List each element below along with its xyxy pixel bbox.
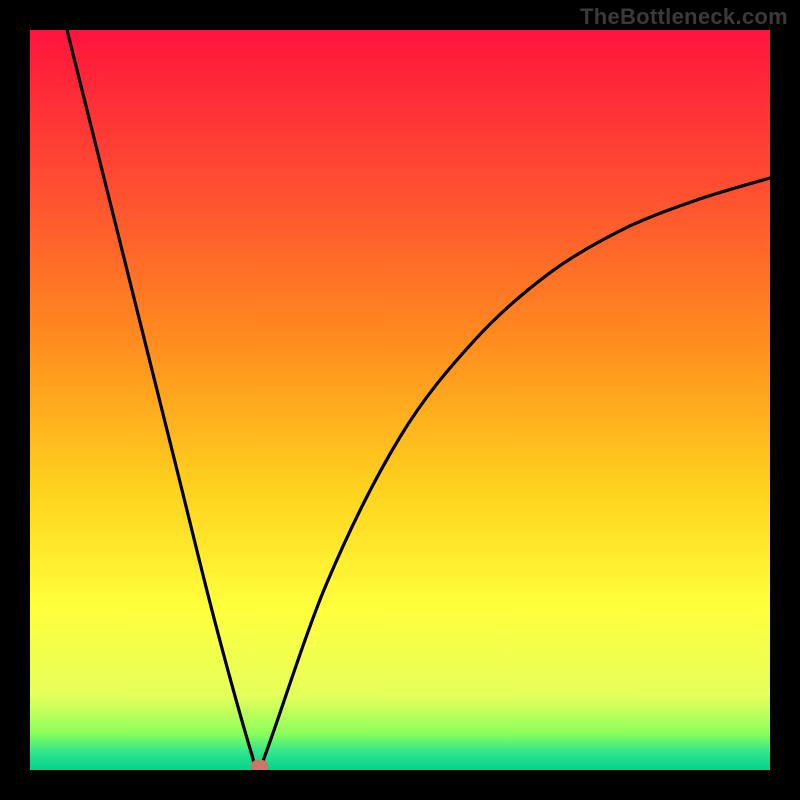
bottleneck-chart: [30, 30, 770, 770]
plot-background: [30, 30, 770, 770]
chart-frame: TheBottleneck.com: [0, 0, 800, 800]
attribution-label: TheBottleneck.com: [580, 4, 788, 30]
